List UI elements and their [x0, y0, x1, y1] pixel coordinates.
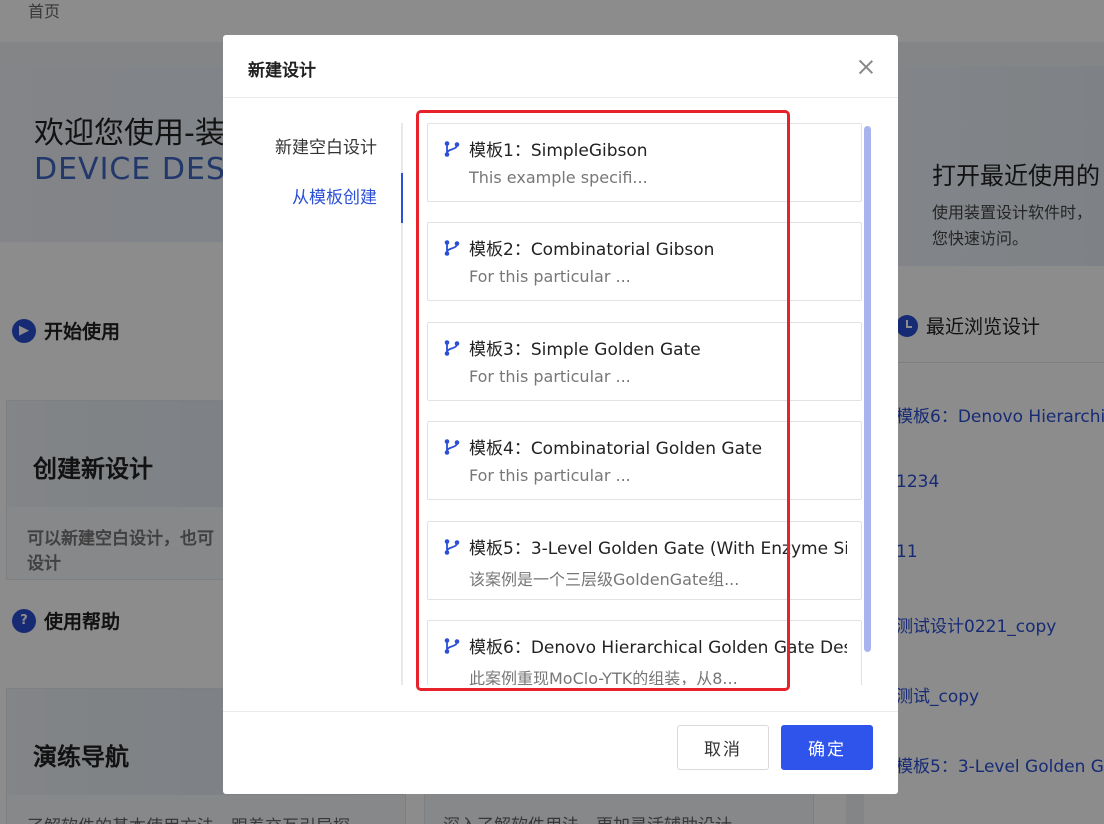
- dialog-title: 新建设计: [248, 61, 316, 81]
- tab-from-template[interactable]: 从模板创建: [223, 173, 403, 223]
- dialog-header: 新建设计: [223, 35, 898, 98]
- design-type-tabs: 新建空白设计 从模板创建: [223, 123, 403, 685]
- highlight-annotation: [416, 110, 790, 691]
- close-icon[interactable]: [858, 59, 874, 75]
- template-list-scrollbar[interactable]: [864, 126, 871, 652]
- confirm-button[interactable]: 确定: [781, 725, 873, 770]
- tab-blank-design[interactable]: 新建空白设计: [223, 123, 401, 173]
- dialog-footer: 取消 确定: [223, 711, 898, 794]
- cancel-button[interactable]: 取消: [677, 725, 769, 770]
